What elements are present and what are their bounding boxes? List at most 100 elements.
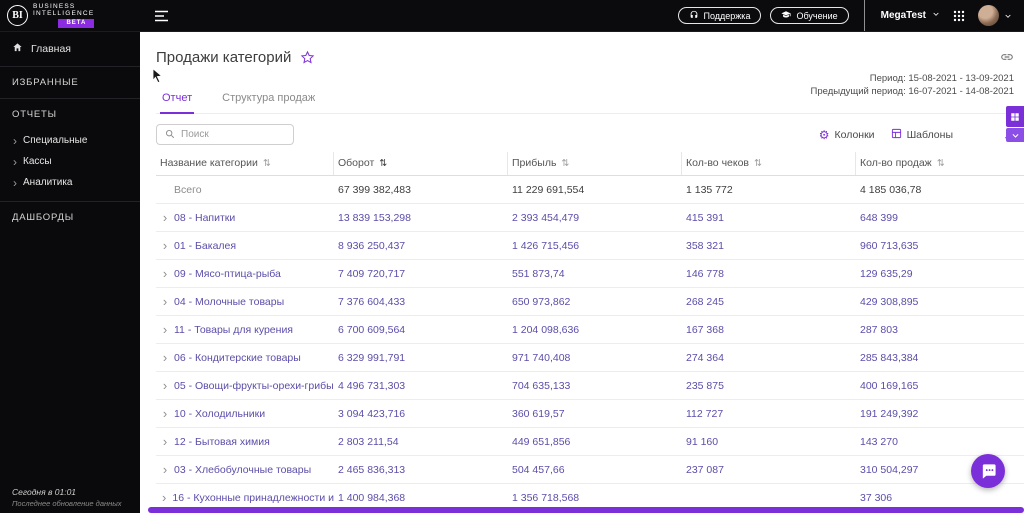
menu-toggle-icon[interactable] — [154, 10, 169, 22]
cell-value: 67 399 382,483 — [338, 183, 411, 196]
column-header-sales[interactable]: Кол-во продаж ⇅ — [856, 152, 1024, 175]
chat-button[interactable] — [971, 454, 1005, 488]
sidebar-section-reports[interactable]: ОТЧЕТЫ — [0, 99, 140, 130]
column-header-category[interactable]: Название категории ⇅ — [156, 152, 334, 175]
cell-value: 274 364 — [686, 351, 724, 364]
category-name[interactable]: 12 - Бытовая химия — [174, 436, 270, 448]
cell-value: 648 399 — [860, 211, 898, 224]
dashboard-panel-icon[interactable] — [1006, 106, 1024, 127]
table-row: › 10 - Холодильники 3 094 423,716 360 61… — [156, 400, 1024, 428]
page-title: Продажи категорий — [156, 48, 292, 66]
favorite-star-icon[interactable] — [300, 50, 315, 65]
template-layout-icon — [891, 128, 902, 142]
cell-value: 146 778 — [686, 267, 724, 280]
cell-value: 237 087 — [686, 463, 724, 476]
category-name[interactable]: 11 - Товары для курения — [174, 324, 293, 336]
graduation-cap-icon — [781, 10, 792, 22]
cell-value: 960 713,635 — [860, 239, 919, 252]
sidebar-item-analytics[interactable]: › Аналитика — [0, 172, 140, 193]
expand-chevron-icon[interactable]: › — [160, 296, 170, 308]
cell-value: 167 368 — [686, 323, 724, 336]
expand-chevron-icon[interactable]: › — [160, 240, 170, 252]
main-content: Продажи категорий Период: 15-08-2021 - 1… — [140, 32, 1024, 513]
expand-chevron-icon[interactable]: › — [160, 408, 170, 420]
sidebar-section-dashboards[interactable]: ДАШБОРДЫ — [0, 202, 140, 233]
category-name[interactable]: 16 - Кухонные принадлежности и — [172, 492, 334, 504]
cell-value: 429 308,895 — [860, 295, 919, 308]
category-name[interactable]: 06 - Кондитерские товары — [174, 352, 301, 364]
cell-value: 235 875 — [686, 379, 724, 392]
period-label: Период: 15-08-2021 - 13-09-2021 — [869, 73, 1014, 84]
sidebar-item-label: Главная — [31, 43, 71, 55]
table-row: › 06 - Кондитерские товары 6 329 991,791… — [156, 344, 1024, 372]
columns-button[interactable]: ⚙ Колонки — [819, 129, 875, 141]
copy-link-icon[interactable] — [1000, 50, 1014, 69]
chevron-right-icon: › — [13, 154, 17, 169]
expand-chevron-icon[interactable]: › — [160, 380, 170, 392]
category-name[interactable]: 03 - Хлебобулочные товары — [174, 464, 311, 476]
tab-report[interactable]: Отчет — [160, 88, 195, 114]
search-input[interactable] — [181, 129, 285, 140]
table-row: › 01 - Бакалея 8 936 250,437 1 426 715,4… — [156, 232, 1024, 260]
update-caption: Последнее обновление данных — [12, 499, 122, 508]
expand-chevron-icon[interactable]: › — [160, 464, 170, 476]
category-name[interactable]: 05 - Овощи-фрукты-орехи-грибы — [174, 380, 334, 392]
table-row: › 08 - Напитки 13 839 153,298 2 393 454,… — [156, 204, 1024, 232]
column-header-label: Кол-во продаж — [860, 157, 932, 169]
cell-value: 360 619,57 — [512, 407, 565, 420]
horizontal-scrollbar[interactable] — [148, 507, 1024, 513]
support-button[interactable]: Поддержка — [677, 7, 762, 24]
sidebar-item-special[interactable]: › Специальные — [0, 130, 140, 151]
templates-label: Шаблоны — [906, 128, 953, 141]
expand-chevron-icon[interactable]: › — [160, 352, 170, 364]
logo-line1: BUSINESS — [33, 3, 76, 10]
sidebar-item-home[interactable]: Главная — [0, 32, 140, 66]
expand-chevron-icon[interactable]: › — [160, 436, 170, 448]
cell-value: 7 409 720,717 — [338, 267, 406, 280]
category-name[interactable]: 08 - Напитки — [174, 212, 235, 224]
column-header-receipts[interactable]: Кол-во чеков ⇅ — [682, 152, 856, 175]
sidebar-item-kassy[interactable]: › Кассы — [0, 151, 140, 172]
expand-chevron-icon[interactable]: › — [160, 492, 168, 504]
cell-value: 704 635,133 — [512, 379, 571, 392]
expand-chevron-icon[interactable]: › — [160, 268, 170, 280]
collapse-chevron-icon[interactable] — [1006, 128, 1024, 142]
sort-icon: ⇅ — [561, 157, 570, 169]
expand-chevron-icon[interactable]: › — [160, 324, 170, 336]
cell-value: 2 803 211,54 — [338, 435, 399, 448]
cell-value: 415 391 — [686, 211, 724, 224]
training-button[interactable]: Обучение — [770, 7, 849, 24]
headset-icon — [689, 10, 699, 22]
sidebar-section-favorites[interactable]: ИЗБРАННЫЕ — [0, 67, 140, 98]
apps-grid-icon[interactable] — [953, 10, 965, 22]
cell-value: 2 465 836,313 — [338, 463, 406, 476]
table-row: › 12 - Бытовая химия 2 803 211,54 449 65… — [156, 428, 1024, 456]
column-header-label: Кол-во чеков — [686, 157, 750, 169]
cell-value: 91 160 — [686, 435, 719, 448]
column-header-label: Оборот — [338, 157, 375, 169]
cell-value: 268 245 — [686, 295, 724, 308]
data-update-status: Сегодня в 01:01 Последнее обновление дан… — [12, 487, 122, 508]
report-table: Название категории ⇅ Оборот ⇅ Прибыль ⇅ … — [156, 152, 1024, 512]
cell-value: 287 803 — [860, 323, 898, 336]
expand-chevron-icon[interactable]: › — [160, 212, 170, 224]
cell-value: 449 651,856 — [512, 435, 571, 448]
table-row: › 04 - Молочные товары 7 376 604,433 650… — [156, 288, 1024, 316]
account-menu[interactable]: MegaTest — [881, 10, 940, 21]
user-menu[interactable] — [978, 5, 1012, 26]
column-header-label: Прибыль — [512, 157, 557, 169]
column-header-profit[interactable]: Прибыль ⇅ — [508, 152, 682, 175]
tab-sales-structure[interactable]: Структура продаж — [220, 88, 317, 113]
category-name[interactable]: 04 - Молочные товары — [174, 296, 284, 308]
category-name[interactable]: 01 - Бакалея — [174, 240, 236, 252]
table-body: › 08 - Напитки 13 839 153,298 2 393 454,… — [156, 204, 1024, 512]
templates-button[interactable]: Шаблоны — [891, 128, 953, 142]
avatar — [978, 5, 999, 26]
cell-value: 191 249,392 — [860, 407, 919, 420]
category-name[interactable]: 10 - Холодильники — [174, 408, 265, 420]
category-name[interactable]: 09 - Мясо-птица-рыба — [174, 268, 281, 280]
table-row: › 05 - Овощи-фрукты-орехи-грибы 4 496 73… — [156, 372, 1024, 400]
cell-value: 650 973,862 — [512, 295, 571, 308]
total-label: Всего — [174, 183, 202, 196]
column-header-turnover[interactable]: Оборот ⇅ — [334, 152, 508, 175]
